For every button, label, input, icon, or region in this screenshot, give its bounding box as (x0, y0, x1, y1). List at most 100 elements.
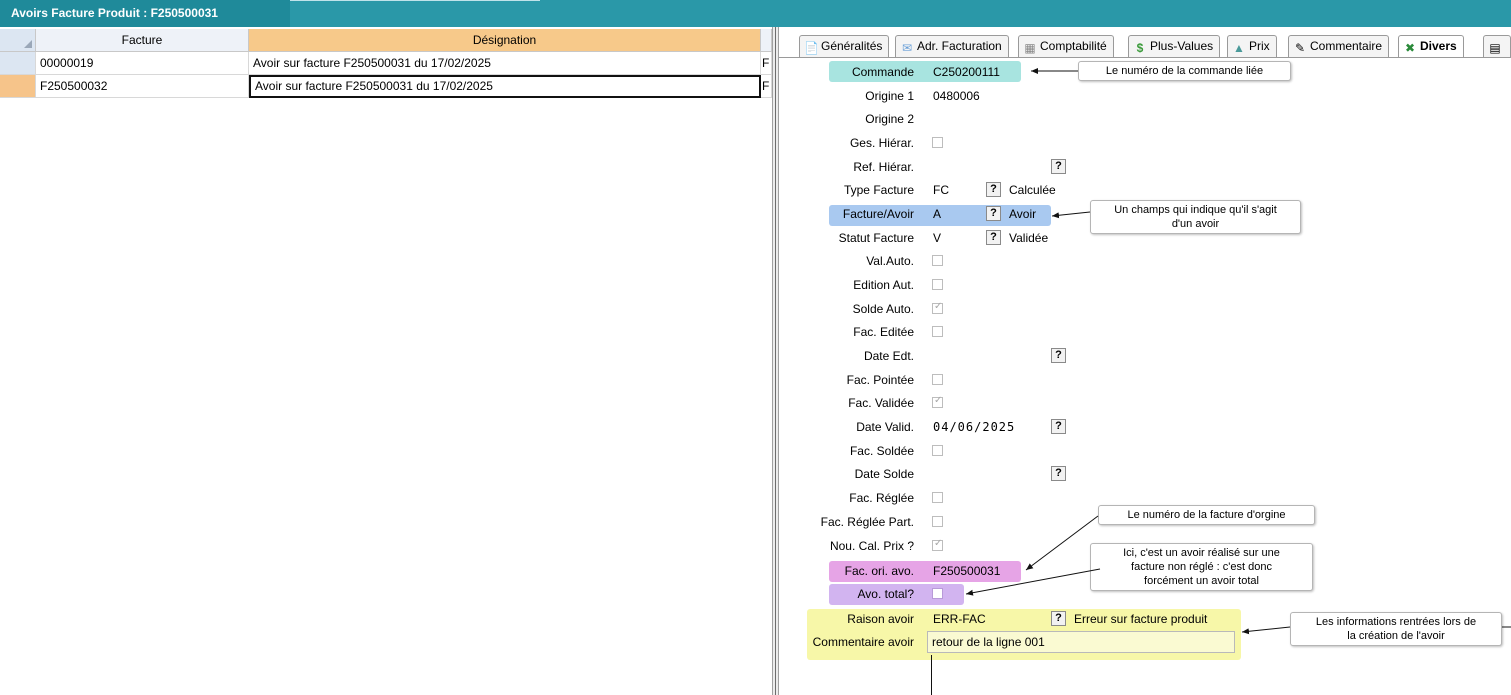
checkbox-val-auto[interactable] (932, 255, 943, 266)
text-cursor-line (931, 655, 932, 695)
row-selector-active[interactable] (0, 75, 36, 98)
help-button-statut-facture[interactable]: ? (986, 230, 1001, 245)
panel-splitter[interactable] (772, 27, 779, 695)
cell-facture[interactable]: F250500032 (36, 75, 249, 98)
label-origine2: Origine 2 (865, 112, 914, 126)
label-facture-avoir: Facture/Avoir (842, 207, 914, 221)
label-commentaire-avoir: Commentaire avoir (812, 635, 914, 649)
row-selector[interactable] (0, 52, 36, 75)
checkbox-avo-total[interactable] (932, 588, 943, 599)
checkbox-edition-aut[interactable] (932, 279, 943, 290)
help-button-ref-hierar[interactable]: ? (1051, 159, 1066, 174)
help-button-type-facture[interactable]: ? (986, 182, 1001, 197)
value-date-valid[interactable]: 04/06/2025 (933, 417, 1015, 437)
label-avo-total: Avo. total? (857, 587, 914, 601)
tab-generalites[interactable]: 📄 Généralités (799, 35, 890, 57)
window-title: Avoirs Facture Produit : F250500031 (0, 0, 290, 27)
tab-adr-facturation[interactable]: ✉ Adr. Facturation (895, 35, 1009, 57)
value-facture-avoir[interactable]: A (933, 204, 941, 224)
label-solde-auto: Solde Auto. (852, 302, 914, 316)
checkbox-solde-auto[interactable] (932, 301, 943, 314)
label-fac-soldee: Fac. Soldée (849, 444, 914, 458)
value-raison-avoir[interactable]: ERR-FAC (933, 609, 986, 629)
label-fac-pointee: Fac. Pointée (846, 373, 914, 387)
label-edition-aut: Edition Aut. (853, 278, 914, 292)
label-date-solde: Date Solde (854, 467, 914, 481)
help-button-facture-avoir[interactable]: ? (986, 206, 1001, 221)
calculator-icon: ▦ (1024, 41, 1036, 55)
value-fac-ori-avo[interactable]: F250500031 (933, 561, 1000, 581)
desc-facture-avoir: Avoir (1009, 207, 1037, 221)
invoice-grid[interactable]: Facture Désignation 00000019 Avoir sur f… (0, 29, 772, 695)
label-statut-facture: Statut Facture (838, 231, 914, 245)
label-type-facture: Type Facture (843, 183, 914, 197)
excel-icon: ✖ (1404, 41, 1416, 55)
checkbox-fac-pointee[interactable] (932, 374, 943, 385)
checkbox-nou-cal-prix[interactable] (932, 538, 943, 551)
cell-designation-focused[interactable]: Avoir sur facture F250500031 du 17/02/20… (249, 75, 761, 98)
select-all-corner[interactable] (0, 29, 36, 52)
label-fac-reglee-part: Fac. Réglée Part. (820, 515, 914, 529)
label-date-valid: Date Valid. (856, 420, 914, 434)
help-button-date-solde[interactable]: ? (1051, 466, 1066, 481)
envelope-icon: ✉ (901, 41, 913, 55)
help-button-raison-avoir[interactable]: ? (1051, 611, 1066, 626)
label-commande: Commande (851, 65, 914, 79)
checkbox-fac-editee[interactable] (932, 326, 943, 337)
label-fac-ori-avo: Fac. ori. avo. (844, 564, 914, 578)
table-row[interactable]: 00000019 Avoir sur facture F250500031 du… (0, 52, 772, 75)
callout-informations: Les informations rentrées lors de la cré… (1290, 612, 1502, 646)
column-header-facture[interactable]: Facture (36, 29, 249, 52)
window-icon: ▤ (1489, 41, 1501, 55)
tab-prix[interactable]: ▲ Prix (1227, 35, 1277, 57)
checkbox-fac-validee[interactable] (932, 395, 943, 408)
label-fac-editee: Fac. Editée (853, 325, 914, 339)
column-header-more[interactable] (761, 29, 772, 52)
checkbox-fac-reglee-part[interactable] (932, 516, 943, 527)
commentaire-avoir-field[interactable]: retour de la ligne 001 (927, 631, 1235, 653)
cell-designation[interactable]: Avoir sur facture F250500031 du 17/02/20… (249, 52, 761, 75)
checkbox-fac-soldee[interactable] (932, 445, 943, 456)
help-button-date-valid[interactable]: ? (1051, 419, 1066, 434)
callout-avoir-total: Ici, c'est un avoir réalisé sur une fact… (1090, 543, 1313, 591)
column-header-designation[interactable]: Désignation (249, 29, 761, 52)
tab-plus-values[interactable]: $ Plus-Values (1128, 35, 1221, 57)
label-date-edt: Date Edt. (863, 349, 914, 363)
price-icon: ▲ (1233, 41, 1245, 55)
label-val-auto: Val.Auto. (866, 254, 914, 268)
dollar-icon: $ (1136, 41, 1144, 55)
value-statut-facture[interactable]: V (933, 228, 941, 248)
table-row[interactable]: F250500032 Avoir sur facture F250500031 … (0, 75, 772, 98)
label-fac-validee: Fac. Validée (848, 396, 914, 410)
tab-comptabilite[interactable]: ▦ Comptabilité (1018, 35, 1114, 57)
pen-icon: ✎ (1294, 41, 1306, 55)
label-origine1: Origine 1 (865, 89, 914, 103)
document-icon: 📄 (804, 41, 819, 55)
cell-more[interactable]: F (761, 75, 772, 98)
callout-commande: Le numéro de la commande liée (1078, 61, 1291, 81)
label-fac-reglee: Fac. Réglée (849, 491, 914, 505)
label-raison-avoir: Raison avoir (847, 612, 914, 626)
label-ges-hierar: Ges. Hiérar. (849, 136, 914, 150)
cell-more[interactable]: F (761, 52, 772, 75)
desc-type-facture: Calculée (1009, 183, 1056, 197)
desc-statut-facture: Validée (1009, 231, 1049, 245)
tab-strip: 📄 Généralités ✉ Adr. Facturation ▦ Comptabi… (779, 27, 1511, 59)
cell-facture[interactable]: 00000019 (36, 52, 249, 75)
tab-divers[interactable]: ✖ Divers (1398, 35, 1464, 57)
tab-more[interactable]: ▤ (1483, 35, 1511, 57)
help-button-date-edt[interactable]: ? (1051, 348, 1066, 363)
desc-raison-avoir: Erreur sur facture produit (1074, 612, 1208, 626)
tab-baseline (779, 57, 1511, 58)
label-ref-hierar: Ref. Hiérar. (853, 160, 914, 174)
label-nou-cal-prix: Nou. Cal. Prix ? (829, 539, 914, 553)
callout-facture-avoir: Un champs qui indique qu'il s'agit d'un … (1090, 200, 1301, 234)
value-type-facture[interactable]: FC (933, 180, 949, 200)
checkbox-fac-reglee[interactable] (932, 492, 943, 503)
value-origine1[interactable]: 0480006 (933, 86, 980, 106)
callout-origine: Le numéro de la facture d'orgine (1098, 505, 1315, 525)
tab-commentaire[interactable]: ✎ Commentaire (1288, 35, 1390, 57)
value-commande[interactable]: C250200111 (933, 62, 1000, 82)
title-bar-divider (290, 0, 540, 1)
checkbox-ges-hierar[interactable] (932, 137, 943, 148)
